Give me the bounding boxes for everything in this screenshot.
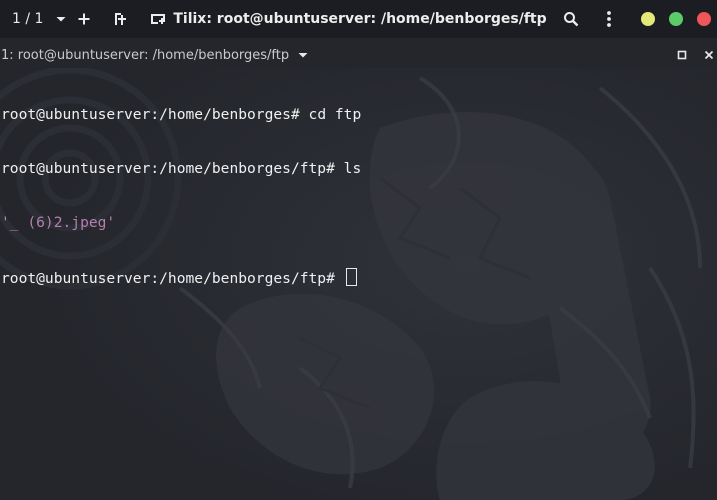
terminal-cursor <box>345 268 357 286</box>
terminal-line: root@ubuntuserver:/home/benborges/ftp# <box>1 268 361 287</box>
terminal-titlebar: 1: root@ubuntuserver: /home/benborges/ft… <box>0 42 717 68</box>
header-bar: 1 / 1 Tilix: root@ubuntuserver: /home/be… <box>0 0 717 38</box>
menu-button[interactable] <box>595 0 623 38</box>
plus-icon <box>78 13 90 25</box>
minimize-button[interactable] <box>641 12 655 26</box>
shell-prompt: root@ubuntuserver:/home/benborges# <box>1 106 309 123</box>
add-terminal-icon <box>115 13 126 25</box>
terminal-maximize-button[interactable] <box>672 42 692 68</box>
terminal-output: root@ubuntuserver:/home/benborges# cd ft… <box>1 70 361 322</box>
close-window-button[interactable] <box>697 12 711 26</box>
terminal-title-label: 1: root@ubuntuserver: /home/benborges/ft… <box>1 47 290 63</box>
search-icon <box>564 12 579 27</box>
terminal-line: root@ubuntuserver:/home/benborges/ftp# l… <box>1 160 361 178</box>
maximize-icon <box>677 50 687 60</box>
search-button[interactable] <box>557 0 585 38</box>
terminal-area[interactable]: root@ubuntuserver:/home/benborges# cd ft… <box>0 68 717 500</box>
terminal-title-menu[interactable]: 1: root@ubuntuserver: /home/benborges/ft… <box>1 42 309 68</box>
chevron-down-icon <box>56 17 66 22</box>
tilix-window: 1 / 1 Tilix: root@ubuntuserver: /home/be… <box>0 0 717 500</box>
file-name: '_ (6)2.jpeg' <box>1 214 116 231</box>
menu-dots-icon <box>607 11 611 27</box>
terminal-line: '_ (6)2.jpeg' <box>1 214 361 232</box>
sidebar-icon <box>151 14 165 24</box>
close-icon <box>704 50 714 60</box>
shell-prompt: root@ubuntuserver:/home/benborges/ftp# <box>1 270 344 287</box>
shell-command: cd ftp <box>308 106 362 123</box>
terminal-line: root@ubuntuserver:/home/benborges# cd ft… <box>1 106 361 124</box>
maximize-button[interactable] <box>669 12 683 26</box>
shell-command: ls <box>343 160 362 177</box>
session-switcher[interactable]: 1 / 1 <box>12 0 67 38</box>
chevron-down-icon <box>298 53 308 58</box>
add-session-button[interactable] <box>70 0 98 38</box>
add-terminal-button[interactable] <box>106 0 134 38</box>
session-counter: 1 / 1 <box>12 11 44 27</box>
terminal-close-button[interactable] <box>699 42 717 68</box>
window-title: Tilix: root@ubuntuserver: /home/benborge… <box>173 11 547 27</box>
sidebar-toggle-button[interactable] <box>144 0 172 38</box>
shell-prompt: root@ubuntuserver:/home/benborges/ftp# <box>1 160 344 177</box>
